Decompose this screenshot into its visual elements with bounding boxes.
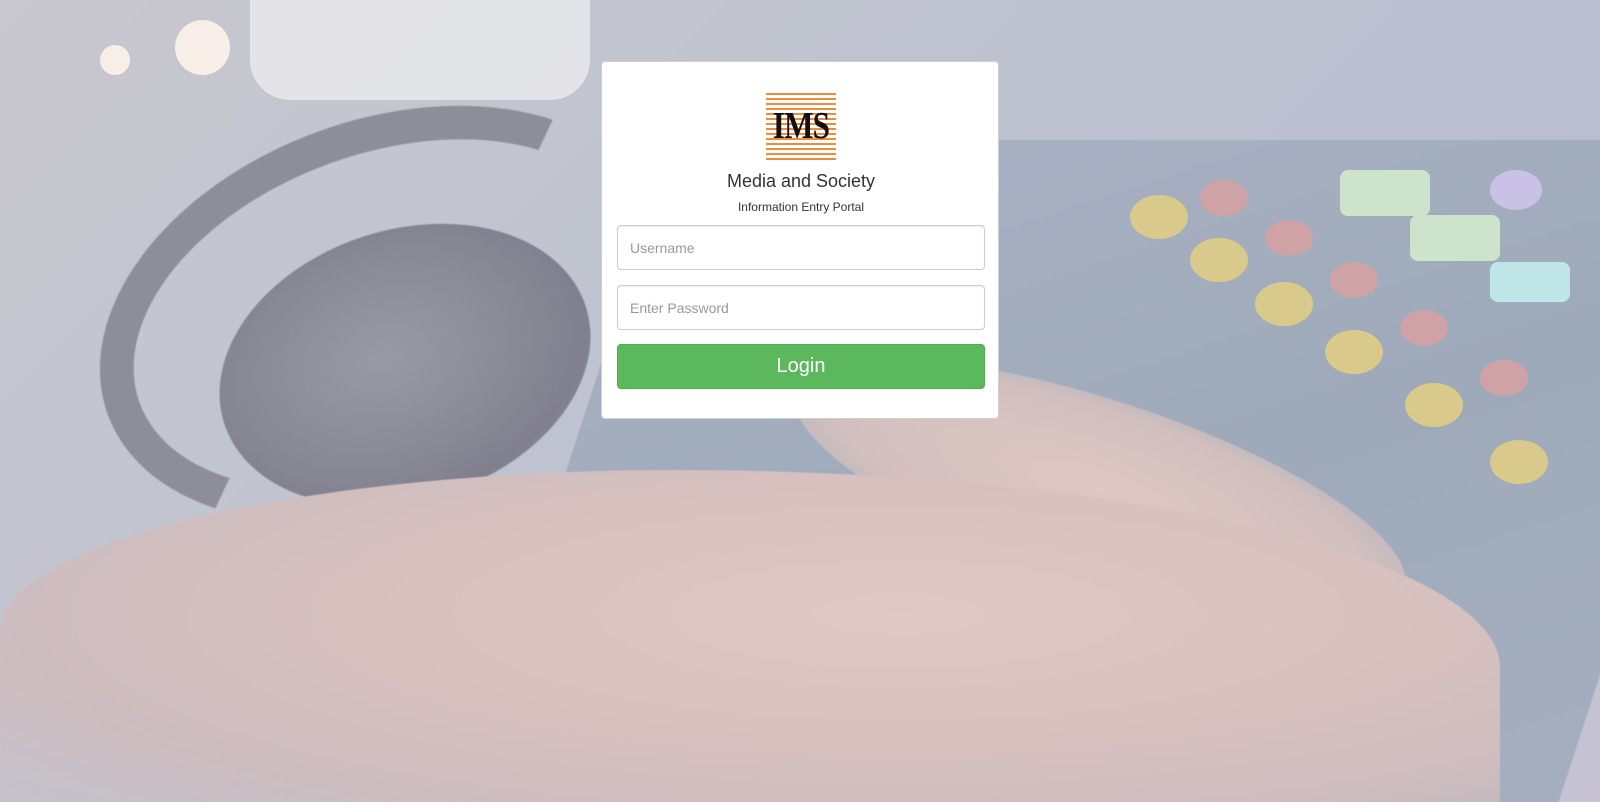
login-panel: IMS Media and Society Information Entry … bbox=[601, 61, 999, 419]
ims-logo: IMS bbox=[766, 90, 836, 161]
mixer-knob bbox=[1130, 195, 1188, 239]
bokeh-light bbox=[250, 0, 590, 100]
app-title: Media and Society bbox=[726, 171, 876, 191]
mixer-button bbox=[1410, 215, 1500, 261]
mixer-knob bbox=[1200, 180, 1248, 216]
mixer-knob bbox=[1190, 238, 1248, 282]
mixer-knob bbox=[1490, 440, 1548, 484]
mixer-knob bbox=[1255, 282, 1313, 326]
password-input[interactable] bbox=[617, 285, 985, 330]
username-input[interactable] bbox=[617, 225, 985, 270]
bokeh-light bbox=[100, 45, 130, 75]
mixer-button bbox=[1490, 262, 1570, 302]
mixer-knob bbox=[1405, 383, 1463, 427]
mixer-knob bbox=[1265, 220, 1313, 256]
mixer-knob bbox=[1330, 262, 1378, 298]
mixer-knob bbox=[1480, 360, 1528, 396]
mixer-button bbox=[1340, 170, 1430, 216]
mixer-knob bbox=[1490, 170, 1542, 210]
mixer-knob bbox=[1400, 310, 1448, 346]
login-button[interactable]: Login bbox=[617, 344, 985, 389]
bokeh-light bbox=[175, 20, 230, 75]
mixer-knob bbox=[1325, 330, 1383, 374]
app-subtitle: Information Entry Portal bbox=[737, 200, 865, 214]
logo-text: IMS bbox=[772, 105, 830, 147]
